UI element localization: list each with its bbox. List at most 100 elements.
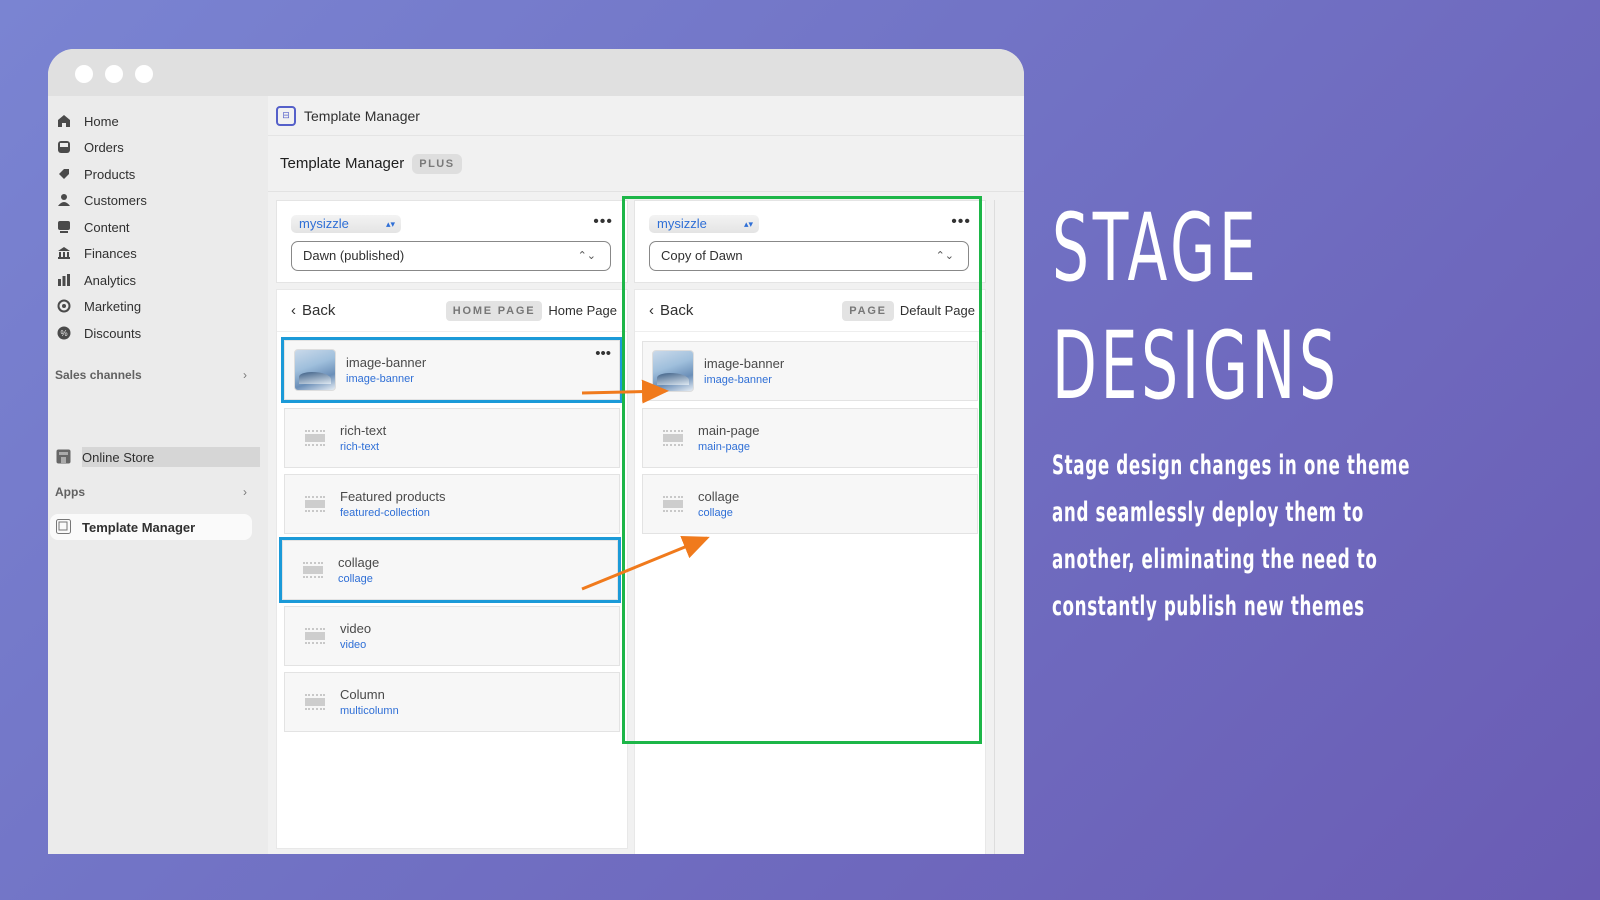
section-item-column[interactable]: Column multicolumn: [284, 672, 620, 732]
page-name: Default Page: [899, 303, 975, 318]
discount-icon: %: [56, 325, 72, 341]
window-titlebar: [48, 49, 1024, 96]
updown-chevron-icon: ⌃⌄: [935, 250, 954, 262]
source-theme-panel: mysizzle ▴▾ ••• Dawn (published) ⌃⌄ ‹ Ba…: [276, 200, 628, 849]
section-type-link[interactable]: collage: [338, 573, 379, 585]
sidebar-item-label: Home: [84, 113, 119, 129]
sidebar-item-marketing[interactable]: Marketing: [56, 295, 141, 317]
theme-select[interactable]: Dawn (published) ⌃⌄: [291, 241, 611, 271]
app-window: Home Orders Products Customers Content F…: [48, 49, 1024, 854]
section-title: main-page: [698, 423, 760, 438]
sidebar-item-label: Marketing: [84, 298, 142, 314]
sidebar-item-customers[interactable]: Customers: [56, 189, 147, 211]
theme-select-value: Copy of Dawn: [661, 248, 743, 263]
section-title: Featured products: [340, 489, 446, 504]
sidebar-item-online-store[interactable]: Online Store: [56, 447, 260, 467]
sidebar-item-label: Content: [84, 219, 130, 235]
section-title: image-banner: [704, 356, 785, 371]
section-type-link[interactable]: featured-collection: [340, 507, 446, 519]
section-type-link[interactable]: image-banner: [346, 373, 426, 385]
back-label: Back: [660, 302, 694, 319]
store-select-value: mysizzle: [299, 216, 349, 231]
bank-icon: [56, 245, 72, 261]
section-type-link[interactable]: image-banner: [704, 374, 784, 386]
section-title: rich-text: [340, 423, 387, 438]
section-type-link[interactable]: video: [340, 639, 371, 651]
image-icon: [56, 219, 72, 235]
back-row: ‹ Back PAGE Default Page: [635, 290, 985, 332]
apps-heading[interactable]: Apps ›: [55, 485, 247, 499]
sidebar-item-orders[interactable]: Orders: [56, 136, 124, 158]
home-icon: [56, 113, 72, 129]
sidebar-item-finances[interactable]: Finances: [56, 242, 137, 264]
back-row: ‹ Back HOME PAGE Home Page: [277, 290, 627, 332]
store-select[interactable]: mysizzle ▴▾: [291, 215, 401, 233]
minimize-window-button[interactable]: [105, 65, 123, 83]
svg-text:%: %: [60, 329, 67, 338]
section-title: Column: [340, 687, 385, 702]
sidebar-item-template-manager[interactable]: Template Manager: [50, 514, 252, 540]
section-placeholder-icon: [301, 424, 329, 452]
section-item-rich-text[interactable]: rich-text rich-text: [284, 408, 620, 468]
section-title: image-banner: [346, 355, 427, 370]
sidebar-item-content[interactable]: Content: [56, 216, 130, 238]
sidebar-item-discounts[interactable]: % Discounts: [56, 322, 141, 344]
headline-line: STAGE: [1052, 194, 1260, 303]
theme-selector-card: mysizzle ▴▾ ••• Copy of Dawn ⌃⌄: [634, 200, 986, 283]
sections-card: ‹ Back PAGE Default Page image-banner ima…: [634, 289, 986, 854]
template-manager-logo-icon: ⊟: [276, 105, 296, 126]
section-item-collage[interactable]: collage collage: [642, 474, 978, 534]
promo-description: Stage design changes in one theme and se…: [1052, 442, 1523, 630]
store-select[interactable]: mysizzle ▴▾: [649, 215, 759, 233]
section-thumbnail-image: [652, 350, 694, 392]
theme-select-value: Dawn (published): [303, 248, 405, 263]
sidebar-item-analytics[interactable]: Analytics: [56, 269, 136, 291]
back-label: Back: [302, 302, 336, 319]
inbox-icon: [56, 139, 72, 155]
maximize-window-button[interactable]: [135, 65, 153, 83]
back-button[interactable]: ‹ Back: [649, 302, 693, 319]
section-item-main-page[interactable]: main-page main-page: [642, 408, 978, 468]
sidebar-item-label: Discounts: [84, 325, 142, 341]
back-button[interactable]: ‹ Back: [291, 302, 335, 319]
app-title: Template Manager: [304, 107, 420, 124]
close-window-button[interactable]: [75, 65, 93, 83]
sidebar-item-products[interactable]: Products: [56, 163, 135, 185]
sales-channels-heading[interactable]: Sales channels ›: [55, 368, 247, 382]
section-item-image-banner[interactable]: image-banner image-banner •••: [281, 337, 623, 403]
section-item-video[interactable]: video video: [284, 606, 620, 666]
description-line: Stage design changes in one theme: [1052, 450, 1411, 481]
sales-channels-label: Sales channels: [55, 368, 142, 382]
promo-panel: STAGE DESIGNS Stage design changes in on…: [1052, 190, 1516, 622]
store-icon: [56, 449, 72, 465]
chevron-right-icon: ›: [243, 368, 247, 382]
more-options-button[interactable]: •••: [593, 213, 613, 231]
sidebar-item-label: Customers: [84, 192, 147, 208]
more-options-button[interactable]: •••: [951, 213, 971, 231]
page-type-tag: PAGE: [842, 300, 894, 321]
sidebar-item-home[interactable]: Home: [56, 110, 119, 132]
section-type-link[interactable]: main-page: [698, 441, 759, 453]
plan-badge: PLUS: [412, 153, 462, 174]
sidebar-item-label: Template Manager: [82, 519, 196, 535]
theme-select[interactable]: Copy of Dawn ⌃⌄: [649, 241, 969, 271]
section-type-link[interactable]: collage: [698, 507, 739, 519]
sections-card: ‹ Back HOME PAGE Home Page image-banner i…: [276, 289, 628, 849]
updown-arrow-icon: ▴▾: [385, 219, 395, 229]
section-type-link[interactable]: rich-text: [340, 441, 386, 453]
section-item-image-banner[interactable]: image-banner image-banner: [642, 341, 978, 401]
description-line: and seamlessly deploy them to: [1052, 497, 1364, 528]
section-item-featured-products[interactable]: Featured products featured-collection: [284, 474, 620, 534]
sidebar-item-label: Products: [84, 166, 136, 182]
headline-line: DESIGNS: [1052, 312, 1340, 421]
description-line: another, eliminating the need to: [1052, 544, 1378, 575]
sidebar: Home Orders Products Customers Content F…: [48, 96, 268, 854]
updown-chevron-icon: ⌃⌄: [577, 250, 596, 262]
sidebar-item-label: Finances: [84, 245, 137, 261]
section-type-link[interactable]: multicolumn: [340, 705, 399, 717]
chevron-left-icon: ‹: [291, 302, 296, 319]
section-item-collage[interactable]: collage collage: [279, 537, 621, 603]
target-theme-panel: mysizzle ▴▾ ••• Copy of Dawn ⌃⌄ ‹ Back P…: [634, 200, 986, 854]
page-header: Template Manager PLUS: [268, 136, 1024, 192]
section-more-button[interactable]: •••: [595, 345, 611, 362]
